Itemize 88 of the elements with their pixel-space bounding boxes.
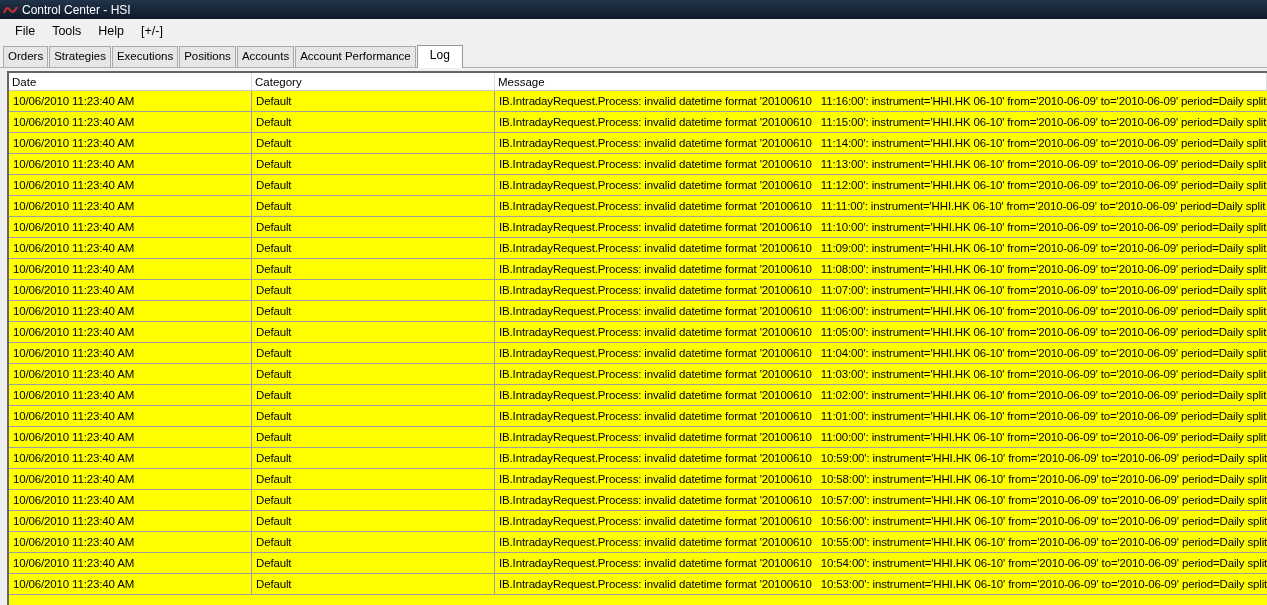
table-cell: Default xyxy=(252,259,495,279)
table-cell: Default xyxy=(252,133,495,153)
table-cell: 10/06/2010 11:23:40 AM xyxy=(9,574,252,594)
table-cell-text: IB.IntradayRequest.Process: invalid datetime format '20100610 11:06:00': instrument='HHI.HK 06-10' from='2010-06-09' to='2010-06-09' period=Daily split xyxy=(498,304,1267,319)
tab[interactable]: Positions xyxy=(179,46,236,67)
table-cell: 10/06/2010 11:23:40 AM xyxy=(9,364,252,384)
table-cell-text: IB.IntradayRequest.Process: invalid datetime format '20100610 10:55:00': instrument='HHI.HK 06-10' from='2010-06-09' to='2010-06-09' period=Daily split xyxy=(498,535,1267,550)
app-logo-icon xyxy=(3,4,18,15)
table-cell: Default xyxy=(252,91,495,111)
column-header[interactable]: Date xyxy=(9,73,252,90)
table-cell: Default xyxy=(252,364,495,384)
tab[interactable]: Account Performance xyxy=(295,46,416,67)
table-cell-text: IB.IntradayRequest.Process: invalid datetime format '20100610 11:03:00': instrument='HHI.HK 06-10' from='2010-06-09' to='2010-06-09' period=Daily split xyxy=(498,367,1267,382)
table-cell: 10/06/2010 11:23:40 AM xyxy=(9,532,252,552)
column-header[interactable]: Message xyxy=(495,73,1267,90)
table-cell: 10/06/2010 11:23:40 AM xyxy=(9,448,252,468)
tab[interactable]: Accounts xyxy=(236,46,295,67)
table-cell-text: IB.IntradayRequest.Process: invalid datetime format '20100610 10:57:00': instrument='HHI.HK 06-10' from='2010-06-09' to='2010-06-09' period=Daily split xyxy=(498,493,1267,508)
table-cell: Default xyxy=(252,427,495,447)
table-cell: 10/06/2010 11:23:40 AM xyxy=(9,154,252,174)
table-cell: Default xyxy=(252,490,495,510)
table-cell-text: IB.IntradayRequest.Process: invalid datetime format '20100610 11:16:00': instrument='HHI.HK 06-10' from='2010-06-09' to='2010-06-09' period=Daily split xyxy=(498,94,1267,109)
table-cell: 10/06/2010 11:23:40 AM xyxy=(9,175,252,195)
column-header[interactable]: Category xyxy=(252,73,495,90)
menu-item[interactable]: Tools xyxy=(45,22,89,41)
table-cell: 10/06/2010 11:23:40 AM xyxy=(9,217,252,237)
table-cell: 10/06/2010 11:23:40 AM xyxy=(9,490,252,510)
table-cell: Default xyxy=(252,553,495,573)
table-cell-text: IB.IntradayRequest.Process: invalid datetime format '20100610 10:53:00': instrument='HHI.HK 06-10' from='2010-06-09' to='2010-06-09' period=Daily split xyxy=(498,577,1267,592)
table-cell-text: IB.IntradayRequest.Process: invalid datetime format '20100610 11:10:00': instrument='HHI.HK 06-10' from='2010-06-09' to='2010-06-09' period=Daily split xyxy=(498,220,1267,235)
tab[interactable]: Strategies xyxy=(49,46,111,67)
table-cell: 10/06/2010 11:23:40 AM xyxy=(9,511,252,531)
table-cell-text: IB.IntradayRequest.Process: invalid datetime format '20100610 10:58:00': instrument='HHI.HK 06-10' from='2010-06-09' to='2010-06-09' period=Daily split xyxy=(498,472,1267,487)
table-cell-text: IB.IntradayRequest.Process: invalid datetime format '20100610 10:56:00': instrument='HHI.HK 06-10' from='2010-06-09' to='2010-06-09' period=Daily split xyxy=(498,514,1267,529)
table-cell: Default xyxy=(252,406,495,426)
table-cell: 10/06/2010 11:23:40 AM xyxy=(9,427,252,447)
menu-item[interactable]: Help xyxy=(91,22,132,41)
table-cell: 10/06/2010 11:23:40 AM xyxy=(9,343,252,363)
table-cell: 10/06/2010 11:23:40 AM xyxy=(9,238,252,258)
tab[interactable]: Log xyxy=(416,45,463,68)
table-cell-text: IB.IntradayRequest.Process: invalid datetime format '20100610 10:59:00': instrument='HHI.HK 06-10' from='2010-06-09' to='2010-06-09' period=Daily split xyxy=(498,451,1267,466)
table-cell: Default xyxy=(252,112,495,132)
table-cell: Default xyxy=(252,343,495,363)
table-cell: Default xyxy=(252,574,495,594)
table-cell: Default xyxy=(252,448,495,468)
table-cell: Default xyxy=(252,322,495,342)
table-cell: Default xyxy=(252,532,495,552)
table-cell-text: IB.IntradayRequest.Process: invalid datetime format '20100610 11:15:00': instrument='HHI.HK 06-10' from='2010-06-09' to='2010-06-09' period=Daily split xyxy=(498,115,1267,130)
table-cell: 10/06/2010 11:23:40 AM xyxy=(9,91,252,111)
table-cell: Default xyxy=(252,238,495,258)
table-cell: Default xyxy=(252,217,495,237)
table-cell: Default xyxy=(252,511,495,531)
menu-item[interactable]: File xyxy=(8,22,43,41)
table-cell-text: IB.IntradayRequest.Process: invalid datetime format '20100610 11:05:00': instrument='HHI.HK 06-10' from='2010-06-09' to='2010-06-09' period=Daily split xyxy=(498,325,1267,340)
table-cell: Default xyxy=(252,175,495,195)
table-cell: Default xyxy=(252,280,495,300)
table-cell: Default xyxy=(252,301,495,321)
table-cell-text: IB.IntradayRequest.Process: invalid datetime format '20100610 11:14:00': instrument='HHI.HK 06-10' from='2010-06-09' to='2010-06-09' period=Daily split xyxy=(498,136,1267,151)
table-cell: Default xyxy=(252,154,495,174)
table-cell: 10/06/2010 11:23:40 AM xyxy=(9,280,252,300)
table-cell-text: IB.IntradayRequest.Process: invalid datetime format '20100610 11:09:00': instrument='HHI.HK 06-10' from='2010-06-09' to='2010-06-09' period=Daily split xyxy=(498,241,1267,256)
table-cell: 10/06/2010 11:23:40 AM xyxy=(9,322,252,342)
window-title: Control Center - HSI xyxy=(22,1,131,19)
table-cell: 10/06/2010 11:23:40 AM xyxy=(9,553,252,573)
table-cell: Default xyxy=(252,469,495,489)
menu-item[interactable]: [+/-] xyxy=(134,22,170,41)
tab[interactable]: Orders xyxy=(3,46,49,67)
table-cell-text: IB.IntradayRequest.Process: invalid datetime format '20100610 11:11:00': instrument='HHI.HK 06-10' from='2010-06-09' to='2010-06-09' period=Daily split xyxy=(498,199,1267,214)
table-cell-text: IB.IntradayRequest.Process: invalid datetime format '20100610 11:13:00': instrument='HHI.HK 06-10' from='2010-06-09' to='2010-06-09' period=Daily split xyxy=(498,157,1267,172)
table-cell: 10/06/2010 11:23:40 AM xyxy=(9,301,252,321)
table-cell: Default xyxy=(252,385,495,405)
tab[interactable]: Executions xyxy=(111,46,179,67)
table-cell-text: IB.IntradayRequest.Process: invalid datetime format '20100610 10:54:00': instrument='HHI.HK 06-10' from='2010-06-09' to='2010-06-09' period=Daily split xyxy=(498,556,1267,571)
table-cell: 10/06/2010 11:23:40 AM xyxy=(9,469,252,489)
table-cell: 10/06/2010 11:23:40 AM xyxy=(9,112,252,132)
table-cell: 10/06/2010 11:23:40 AM xyxy=(9,133,252,153)
table-cell-text: IB.IntradayRequest.Process: invalid datetime format '20100610 11:07:00': instrument='HHI.HK 06-10' from='2010-06-09' to='2010-06-09' period=Daily split xyxy=(498,283,1267,298)
table-cell-text: IB.IntradayRequest.Process: invalid datetime format '20100610 11:02:00': instrument='HHI.HK 06-10' from='2010-06-09' to='2010-06-09' period=Daily split xyxy=(498,388,1267,403)
table-cell: 10/06/2010 11:23:40 AM xyxy=(9,406,252,426)
table-cell-text: IB.IntradayRequest.Process: invalid datetime format '20100610 11:00:00': instrument='HHI.HK 06-10' from='2010-06-09' to='2010-06-09' period=Daily split xyxy=(498,430,1267,445)
table-cell-text: IB.IntradayRequest.Process: invalid datetime format '20100610 11:01:00': instrument='HHI.HK 06-10' from='2010-06-09' to='2010-06-09' period=Daily split xyxy=(498,409,1267,424)
table-cell: 10/06/2010 11:23:40 AM xyxy=(9,196,252,216)
table-cell: 10/06/2010 11:23:40 AM xyxy=(9,385,252,405)
table-cell: 10/06/2010 11:23:40 AM xyxy=(9,259,252,279)
table-cell: Default xyxy=(252,196,495,216)
table-cell-text: IB.IntradayRequest.Process: invalid datetime format '20100610 11:04:00': instrument='HHI.HK 06-10' from='2010-06-09' to='2010-06-09' period=Daily split xyxy=(498,346,1267,361)
table-cell-text: IB.IntradayRequest.Process: invalid datetime format '20100610 11:08:00': instrument='HHI.HK 06-10' from='2010-06-09' to='2010-06-09' period=Daily split xyxy=(498,262,1267,277)
table-cell-text: IB.IntradayRequest.Process: invalid datetime format '20100610 11:12:00': instrument='HHI.HK 06-10' from='2010-06-09' to='2010-06-09' period=Daily split xyxy=(498,178,1267,193)
